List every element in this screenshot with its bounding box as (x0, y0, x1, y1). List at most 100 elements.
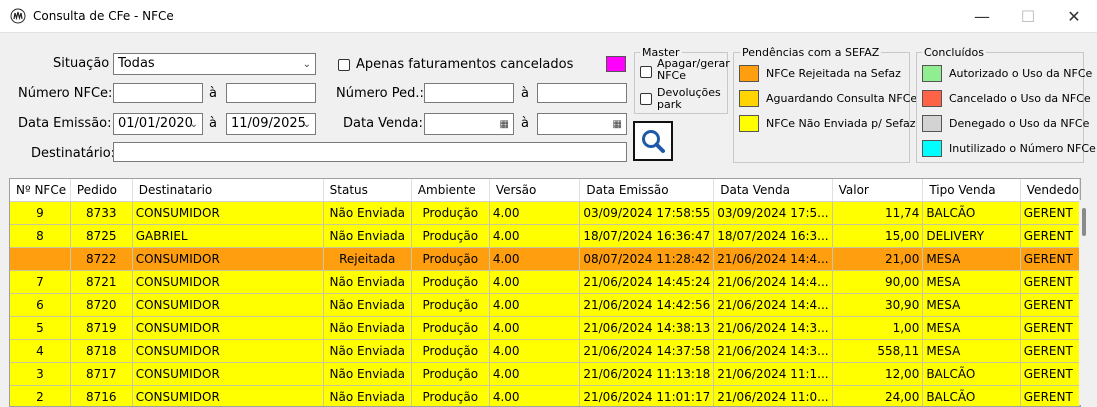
column-header[interactable]: Data Emissão (580, 179, 714, 202)
apenas-cancelados-label: Apenas faturamentos cancelados (356, 57, 573, 72)
apagar-gerar-label: Apagar/gerar NFCe (657, 58, 727, 82)
destinatario-input[interactable] (113, 142, 627, 162)
table-cell: GABRIEL (132, 225, 323, 248)
situacao-label: Situação (53, 56, 109, 71)
maximize-button[interactable]: ☐ (1005, 0, 1051, 32)
vertical-scrollbar[interactable] (1079, 200, 1093, 405)
nfce-data-grid[interactable]: Nº NFCePedidoDestinatarioStatusAmbienteV… (9, 178, 1081, 407)
table-row[interactable]: 28716CONSUMIDORNão EnviadaProdução4.0021… (10, 386, 1080, 407)
data-emissao-from-picker[interactable]: 01/01/2020 ⌄ (113, 113, 203, 135)
table-cell: MESA (923, 248, 1020, 271)
column-header[interactable]: Valor (832, 179, 923, 202)
table-row[interactable]: 98733CONSUMIDORNão EnviadaProdução4.0003… (10, 202, 1080, 225)
table-cell: 21/06/2024 11:0... (714, 386, 832, 407)
numero-nfce-to-input[interactable] (226, 83, 316, 103)
table-cell: 8717 (70, 363, 132, 386)
data-emissao-from-value: 01/01/2020 (118, 116, 193, 131)
app-logo-icon (10, 8, 26, 24)
table-cell: CONSUMIDOR (132, 202, 323, 225)
table-row[interactable]: 88725GABRIELNão EnviadaProdução4.0018/07… (10, 225, 1080, 248)
range-separator: à (209, 116, 217, 131)
table-row[interactable]: 38717CONSUMIDORNão EnviadaProdução4.0021… (10, 363, 1080, 386)
concluidos-color-swatch (922, 115, 942, 132)
table-cell: 18/07/2024 16:3... (714, 225, 832, 248)
table-row[interactable]: 8722CONSUMIDORRejeitadaProdução4.0008/07… (10, 248, 1080, 271)
table-row[interactable]: 78721CONSUMIDORNão EnviadaProdução4.0021… (10, 271, 1080, 294)
column-header[interactable]: Data Venda (714, 179, 832, 202)
table-cell: 2 (10, 386, 70, 407)
table-cell: Não Enviada (323, 317, 411, 340)
table-cell: GERENT (1020, 248, 1079, 271)
table-cell: 1,00 (832, 317, 923, 340)
data-venda-to-picker[interactable]: ▦ (537, 113, 627, 135)
table-cell: 21/06/2024 11:1... (714, 363, 832, 386)
table-cell: 4.00 (489, 202, 580, 225)
table-cell: Não Enviada (323, 386, 411, 407)
table-cell: GERENT (1020, 386, 1079, 407)
column-header[interactable]: Status (323, 179, 411, 202)
table-cell: 6 (10, 294, 70, 317)
table-cell: Produção (411, 363, 489, 386)
title-bar: Consulta de CFe - NFCe — ☐ ✕ (0, 0, 1097, 33)
table-cell: 8719 (70, 317, 132, 340)
pendencias-color-swatch (739, 65, 759, 82)
data-emissao-to-picker[interactable]: 11/09/2025 ⌄ (226, 113, 316, 135)
devolucoes-checkbox[interactable] (640, 93, 652, 105)
numero-ped-to-input[interactable] (537, 83, 627, 103)
table-cell: 3 (10, 363, 70, 386)
table-cell: CONSUMIDOR (132, 248, 323, 271)
column-header[interactable]: Ambiente (411, 179, 489, 202)
apenas-cancelados-checkbox[interactable] (338, 59, 350, 71)
table-cell: 4.00 (489, 363, 580, 386)
table-cell: Não Enviada (323, 340, 411, 363)
table-cell: GERENT (1020, 271, 1079, 294)
apagar-gerar-checkbox[interactable] (640, 66, 652, 78)
master-color-swatch (606, 56, 626, 72)
table-cell: CONSUMIDOR (132, 386, 323, 407)
pendencias-legend-label: NFCe Não Enviada p/ Sefaz (766, 117, 915, 130)
scrollbar-thumb[interactable] (1082, 208, 1086, 236)
numero-nfce-from-input[interactable] (113, 83, 203, 103)
concluidos-legend-label: Autorizado o Uso da NFCe (949, 67, 1092, 80)
range-separator: à (521, 86, 529, 101)
table-cell: 30,90 (832, 294, 923, 317)
column-header[interactable]: Pedido (70, 179, 132, 202)
column-header[interactable]: Vendedo (1020, 179, 1079, 202)
data-venda-from-picker[interactable]: ▦ (424, 113, 514, 135)
situacao-select[interactable]: Todas ⌄ (113, 53, 316, 75)
column-header[interactable]: Destinatario (132, 179, 323, 202)
table-cell: 8733 (70, 202, 132, 225)
table-row[interactable]: 68720CONSUMIDORNão EnviadaProdução4.0021… (10, 294, 1080, 317)
table-cell: Produção (411, 202, 489, 225)
column-header[interactable]: Versão (489, 179, 580, 202)
table-cell: GERENT (1020, 340, 1079, 363)
table-cell: BALCÃO (923, 363, 1020, 386)
pendencias-color-swatch (739, 90, 759, 107)
table-cell: 21/06/2024 14:3... (714, 317, 832, 340)
table-row[interactable]: 58719CONSUMIDORNão EnviadaProdução4.0021… (10, 317, 1080, 340)
table-cell: CONSUMIDOR (132, 294, 323, 317)
table-cell: Não Enviada (323, 294, 411, 317)
table-cell: MESA (923, 271, 1020, 294)
concluidos-legend-label: Cancelado o Uso da NFCe (949, 92, 1091, 105)
table-cell: 4.00 (489, 386, 580, 407)
close-button[interactable]: ✕ (1051, 0, 1097, 32)
table-row[interactable]: 48718CONSUMIDORNão EnviadaProdução4.0021… (10, 340, 1080, 363)
table-body: 98733CONSUMIDORNão EnviadaProdução4.0003… (10, 202, 1080, 407)
situacao-value: Todas (118, 56, 155, 71)
numero-ped-from-input[interactable] (424, 83, 514, 103)
table-cell: 21/06/2024 14:45:24 (580, 271, 714, 294)
table-cell: MESA (923, 340, 1020, 363)
pendencias-color-swatch (739, 115, 759, 132)
table-cell: BALCÃO (923, 386, 1020, 407)
table-cell: MESA (923, 317, 1020, 340)
table-cell: 21/06/2024 11:01:17 (580, 386, 714, 407)
concluidos-legend-label: Denegado o Uso da NFCe (949, 117, 1089, 130)
table-cell: Produção (411, 248, 489, 271)
minimize-button[interactable]: — (959, 0, 1005, 32)
table-cell (10, 248, 70, 271)
search-button[interactable] (633, 121, 673, 161)
table-header-row: Nº NFCePedidoDestinatarioStatusAmbienteV… (10, 179, 1080, 202)
column-header[interactable]: Nº NFCe (10, 179, 70, 202)
column-header[interactable]: Tipo Venda (923, 179, 1020, 202)
